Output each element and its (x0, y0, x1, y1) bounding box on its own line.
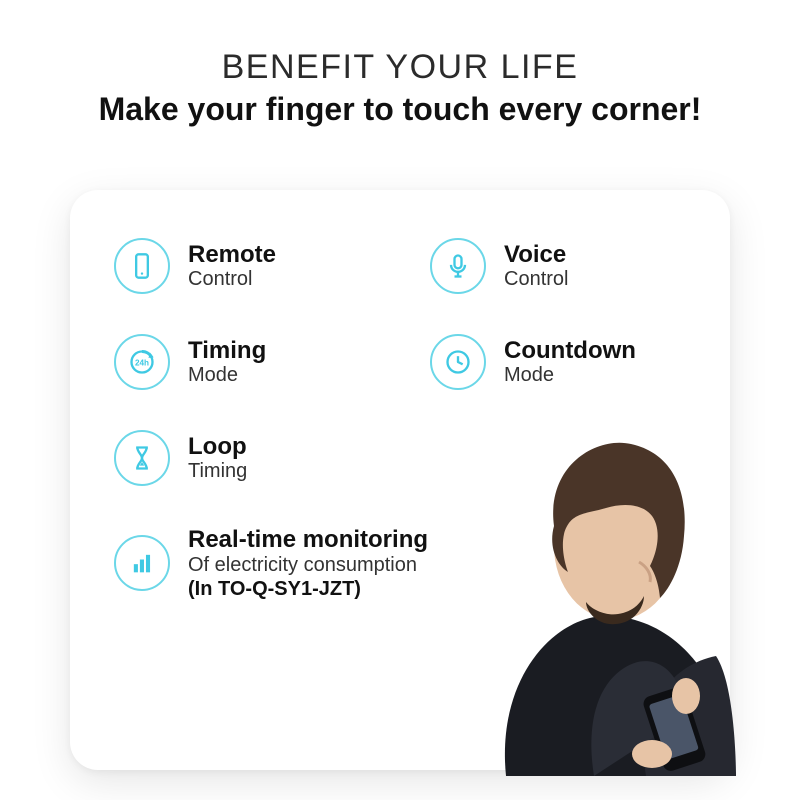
feature-title: Real-time monitoring (188, 526, 428, 554)
feature-subtitle: Timing (188, 460, 247, 483)
feature-subtitle: Mode (504, 364, 636, 387)
feature-countdown-text: Countdown Mode (504, 337, 636, 388)
feature-timing-text: Timing Mode (188, 337, 266, 388)
feature-monitoring-text: Real-time monitoring Of electricity cons… (188, 526, 428, 601)
feature-timing: 24h Timing Mode (114, 334, 370, 390)
feature-voice: Voice Control (430, 238, 686, 294)
features-card: Remote Control Voice Control (70, 190, 730, 770)
phone-icon (114, 238, 170, 294)
bar-chart-icon (114, 535, 170, 591)
clock-icon (430, 334, 486, 390)
feature-voice-text: Voice Control (504, 241, 568, 292)
feature-title: Loop (188, 433, 247, 461)
feature-monitoring: Real-time monitoring Of electricity cons… (114, 526, 686, 601)
feature-countdown: Countdown Mode (430, 334, 686, 390)
microphone-icon (430, 238, 486, 294)
feature-remote: Remote Control (114, 238, 370, 294)
feature-subtitle: Mode (188, 364, 266, 387)
page-subtitle: Make your finger to touch every corner! (0, 91, 800, 128)
feature-title: Voice (504, 241, 568, 269)
feature-title: Countdown (504, 337, 636, 365)
feature-subtitle: Of electricity consumption (188, 554, 428, 577)
feature-title: Remote (188, 241, 276, 269)
timer-24h-icon: 24h (114, 334, 170, 390)
feature-loop: Loop Timing (114, 430, 370, 486)
feature-subtitle: Control (504, 268, 568, 291)
feature-note: (In TO-Q-SY1-JZT) (188, 577, 428, 601)
feature-remote-text: Remote Control (188, 241, 276, 292)
features-grid: Remote Control Voice Control (114, 238, 686, 601)
svg-text:24h: 24h (135, 359, 149, 368)
feature-title: Timing (188, 337, 266, 365)
hourglass-icon (114, 430, 170, 486)
feature-subtitle: Control (188, 268, 276, 291)
feature-loop-text: Loop Timing (188, 433, 247, 484)
page-title: BENEFIT YOUR LIFE (0, 48, 800, 87)
header: BENEFIT YOUR LIFE Make your finger to to… (0, 0, 800, 128)
